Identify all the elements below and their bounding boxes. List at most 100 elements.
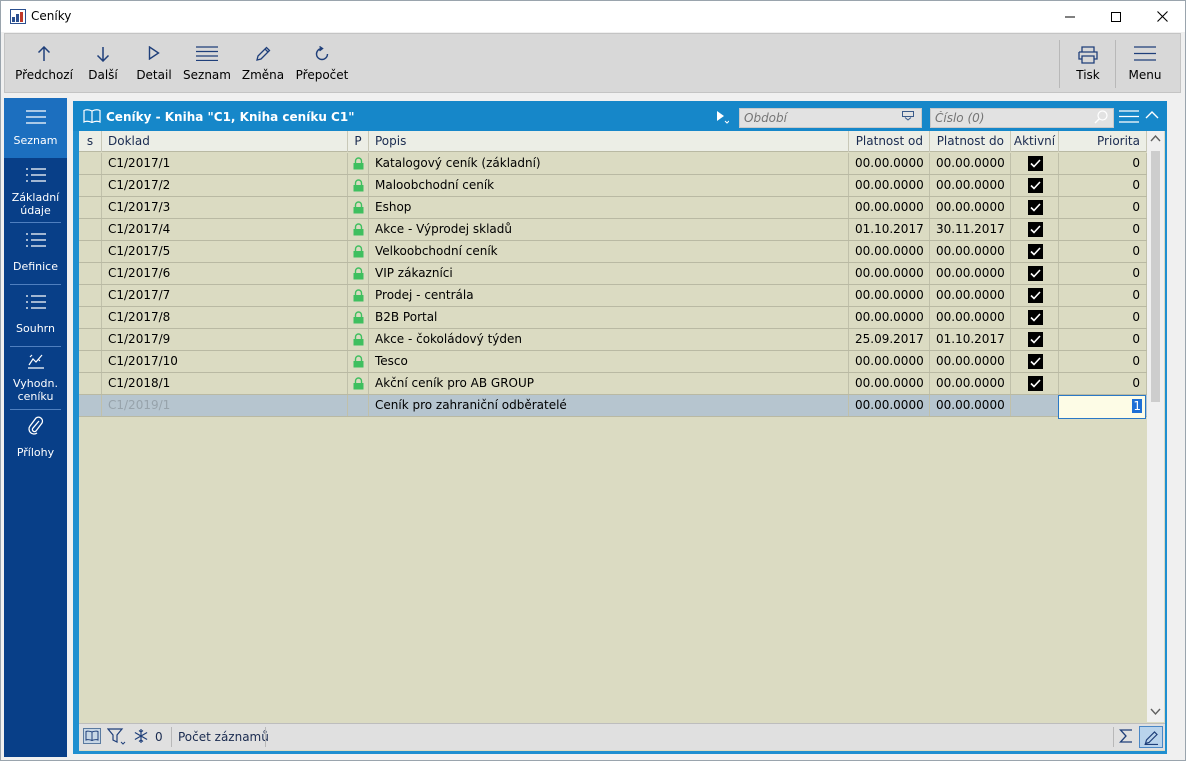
valid-to-cell[interactable]: 00.00.0000 (930, 395, 1011, 416)
valid-from-cell[interactable]: 00.00.0000 (849, 175, 930, 196)
column-header-priority[interactable]: Priorita (1059, 131, 1147, 152)
document-cell[interactable]: C1/2017/7 (102, 285, 348, 306)
table-row[interactable]: C1/2017/5 Velkoobchodní ceník 00.00.0000 00… (79, 241, 1147, 263)
checkbox-checked[interactable] (1028, 332, 1043, 347)
document-cell[interactable]: C1/2017/4 (102, 219, 348, 240)
description-cell[interactable]: Akce - čokoládový týden (369, 329, 849, 350)
row-lock-cell[interactable] (348, 263, 369, 284)
priority-cell[interactable]: 0 (1059, 175, 1147, 196)
valid-to-cell[interactable]: 01.10.2017 (930, 329, 1011, 350)
table-row[interactable]: C1/2017/8 B2B Portal 00.00.0000 00.00.0000 0 (79, 307, 1147, 329)
checkbox-checked[interactable] (1028, 178, 1043, 193)
document-cell[interactable]: C1/2017/8 (102, 307, 348, 328)
snowflake-icon[interactable] (133, 728, 149, 744)
priority-cell[interactable]: 0 (1059, 197, 1147, 218)
active-checkbox-cell[interactable] (1011, 307, 1059, 328)
checkbox-checked[interactable] (1028, 354, 1043, 369)
document-cell[interactable]: C1/2017/6 (102, 263, 348, 284)
table-row[interactable]: C1/2017/1 Katalogový ceník (základní) 00.0… (79, 153, 1147, 175)
detail-button[interactable]: Detail (131, 34, 177, 92)
active-checkbox-cell[interactable] (1011, 351, 1059, 372)
scroll-down-icon[interactable] (1150, 708, 1161, 716)
valid-to-cell[interactable]: 00.00.0000 (930, 285, 1011, 306)
active-checkbox-cell[interactable] (1011, 219, 1059, 240)
description-cell[interactable]: B2B Portal (369, 307, 849, 328)
valid-to-cell[interactable]: 00.00.0000 (930, 263, 1011, 284)
description-cell[interactable]: Akční ceník pro AB GROUP (369, 373, 849, 394)
table-row[interactable]: C1/2019/1 Ceník pro zahraniční odběratelé… (79, 395, 1147, 419)
nav-item-list[interactable]: Seznam (4, 98, 67, 158)
active-checkbox-cell[interactable] (1011, 175, 1059, 196)
sigma-icon[interactable] (1119, 728, 1133, 744)
nav-item-summary[interactable]: Souhrn (4, 285, 67, 345)
valid-to-cell[interactable]: 00.00.0000 (930, 307, 1011, 328)
valid-from-cell[interactable]: 01.10.2017 (849, 219, 930, 240)
description-cell[interactable]: Akce - Výprodej skladů (369, 219, 849, 240)
checkbox-checked[interactable] (1028, 200, 1043, 215)
book-icon[interactable] (83, 728, 101, 744)
next-button[interactable]: Další (81, 34, 125, 92)
active-checkbox-cell[interactable] (1011, 153, 1059, 174)
valid-from-cell[interactable]: 00.00.0000 (849, 241, 930, 262)
description-cell[interactable]: Maloobchodní ceník (369, 175, 849, 196)
description-cell[interactable]: Velkoobchodní ceník (369, 241, 849, 262)
column-header-s[interactable]: s (79, 131, 102, 152)
active-checkbox-cell[interactable] (1011, 373, 1059, 394)
row-state-cell[interactable] (79, 197, 102, 218)
valid-from-cell[interactable]: 00.00.0000 (849, 351, 930, 372)
row-lock-cell[interactable] (348, 197, 369, 218)
edit-mode-button[interactable] (1139, 726, 1163, 748)
document-cell[interactable]: C1/2017/2 (102, 175, 348, 196)
maximize-button[interactable] (1093, 1, 1139, 32)
scroll-up-icon[interactable] (1150, 134, 1161, 142)
priority-cell[interactable]: 0 (1059, 285, 1147, 306)
table-row[interactable]: C1/2017/7 Prodej - centrála 00.00.0000 00.0… (79, 285, 1147, 307)
change-button[interactable]: Změna (239, 34, 287, 92)
row-lock-cell[interactable] (348, 395, 369, 416)
active-checkbox-cell[interactable] (1011, 285, 1059, 306)
priority-cell[interactable]: 0 (1059, 241, 1147, 262)
priority-cell[interactable]: 0 (1059, 153, 1147, 174)
document-cell[interactable]: C1/2018/1 (102, 373, 348, 394)
table-row[interactable]: C1/2017/3 Eshop 00.00.0000 00.00.0000 0 (79, 197, 1147, 219)
minimize-button[interactable] (1047, 1, 1093, 32)
nav-item-definition[interactable]: Definice (4, 223, 67, 283)
row-lock-cell[interactable] (348, 175, 369, 196)
column-header-valid-to[interactable]: Platnost do (930, 131, 1011, 152)
row-lock-cell[interactable] (348, 329, 369, 350)
row-state-cell[interactable] (79, 153, 102, 174)
table-row[interactable]: C1/2018/1 Akční ceník pro AB GROUP 00.00.0… (79, 373, 1147, 395)
column-header-active[interactable]: Aktivní (1011, 131, 1059, 152)
description-cell[interactable]: Katalogový ceník (základní) (369, 153, 849, 174)
close-button[interactable] (1139, 1, 1185, 32)
description-cell[interactable]: Ceník pro zahraniční odběratelé (369, 395, 849, 416)
priority-cell[interactable]: 0 (1059, 219, 1147, 240)
row-lock-cell[interactable] (348, 241, 369, 262)
document-cell[interactable]: C1/2017/3 (102, 197, 348, 218)
priority-cell[interactable]: 0 (1059, 329, 1147, 350)
active-checkbox-cell[interactable] (1011, 329, 1059, 350)
row-lock-cell[interactable] (348, 307, 369, 328)
valid-from-cell[interactable]: 00.00.0000 (849, 263, 930, 284)
checkbox-checked[interactable] (1028, 376, 1043, 391)
checkbox-checked[interactable] (1028, 222, 1043, 237)
column-header-valid-from[interactable]: Platnost od (849, 131, 930, 152)
scrollbar-thumb[interactable] (1151, 151, 1160, 402)
valid-to-cell[interactable]: 00.00.0000 (930, 351, 1011, 372)
recalc-button[interactable]: Přepočet (293, 34, 351, 92)
document-cell[interactable]: C1/2017/5 (102, 241, 348, 262)
previous-button[interactable]: Předchozí (13, 34, 75, 92)
active-checkbox-cell[interactable] (1011, 241, 1059, 262)
table-row[interactable]: C1/2017/9 Akce - čokoládový týden 25.09.20… (79, 329, 1147, 351)
hamburger-icon[interactable] (1119, 110, 1139, 123)
valid-to-cell[interactable]: 00.00.0000 (930, 175, 1011, 196)
checkbox-checked[interactable] (1028, 288, 1043, 303)
row-lock-cell[interactable] (348, 351, 369, 372)
row-state-cell[interactable] (79, 175, 102, 196)
filter-icon[interactable] (107, 728, 127, 746)
document-cell[interactable]: C1/2017/9 (102, 329, 348, 350)
valid-to-cell[interactable]: 30.11.2017 (930, 219, 1011, 240)
calendar-dropdown-icon[interactable] (902, 111, 914, 121)
description-cell[interactable]: VIP zákazníci (369, 263, 849, 284)
valid-from-cell[interactable]: 00.00.0000 (849, 285, 930, 306)
